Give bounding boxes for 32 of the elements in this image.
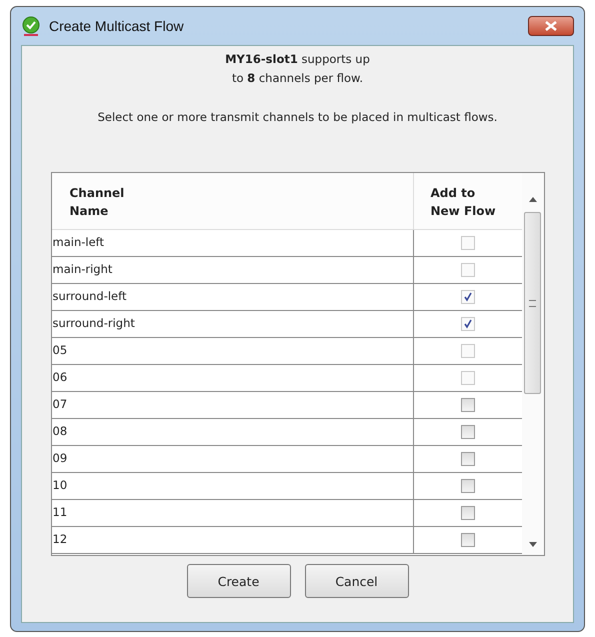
dialog-button[interactable]: Create [186,564,290,598]
window-title: Create Multicast Flow [49,18,185,34]
table-cell: 09 [52,446,414,472]
scrollbar-thumb[interactable] [524,212,541,394]
dialog-button[interactable]: Cancel [304,564,408,598]
checkbox[interactable] [460,533,474,547]
instruction-text: Select one or more transmit channels to be placed in multicast flows. [98,110,498,124]
checkbox[interactable] [460,452,474,466]
table-cell: 08 [52,419,414,445]
checkbox[interactable] [460,479,474,493]
scroll-down-icon[interactable] [528,542,536,547]
table-cell: main-left [52,230,414,256]
column-header[interactable]: Channel Name [52,173,414,229]
table-cell: 12 [52,527,414,553]
table-cell: 07 [52,392,414,418]
table-cell: main-right [52,257,414,283]
table-cell: 06 [52,365,414,391]
checkbox[interactable] [460,506,474,520]
scrollbar[interactable] [522,173,544,555]
scroll-up-icon[interactable] [528,197,536,202]
table-cell: surround-left [52,284,414,310]
close-icon [544,21,558,31]
table-cell: 11 [52,500,414,526]
info-text: MY16-slot1 supports up to 8 channels per flow. [225,51,370,87]
table-cell: 10 [52,473,414,499]
table-cell: surround-right [52,311,414,337]
checkbox[interactable] [460,398,474,412]
table-cell: 05 [52,338,414,364]
check-badge-icon [21,16,41,36]
close-button[interactable] [528,16,574,36]
column-header[interactable]: Add to New Flow [414,173,522,229]
checkbox[interactable] [460,425,474,439]
